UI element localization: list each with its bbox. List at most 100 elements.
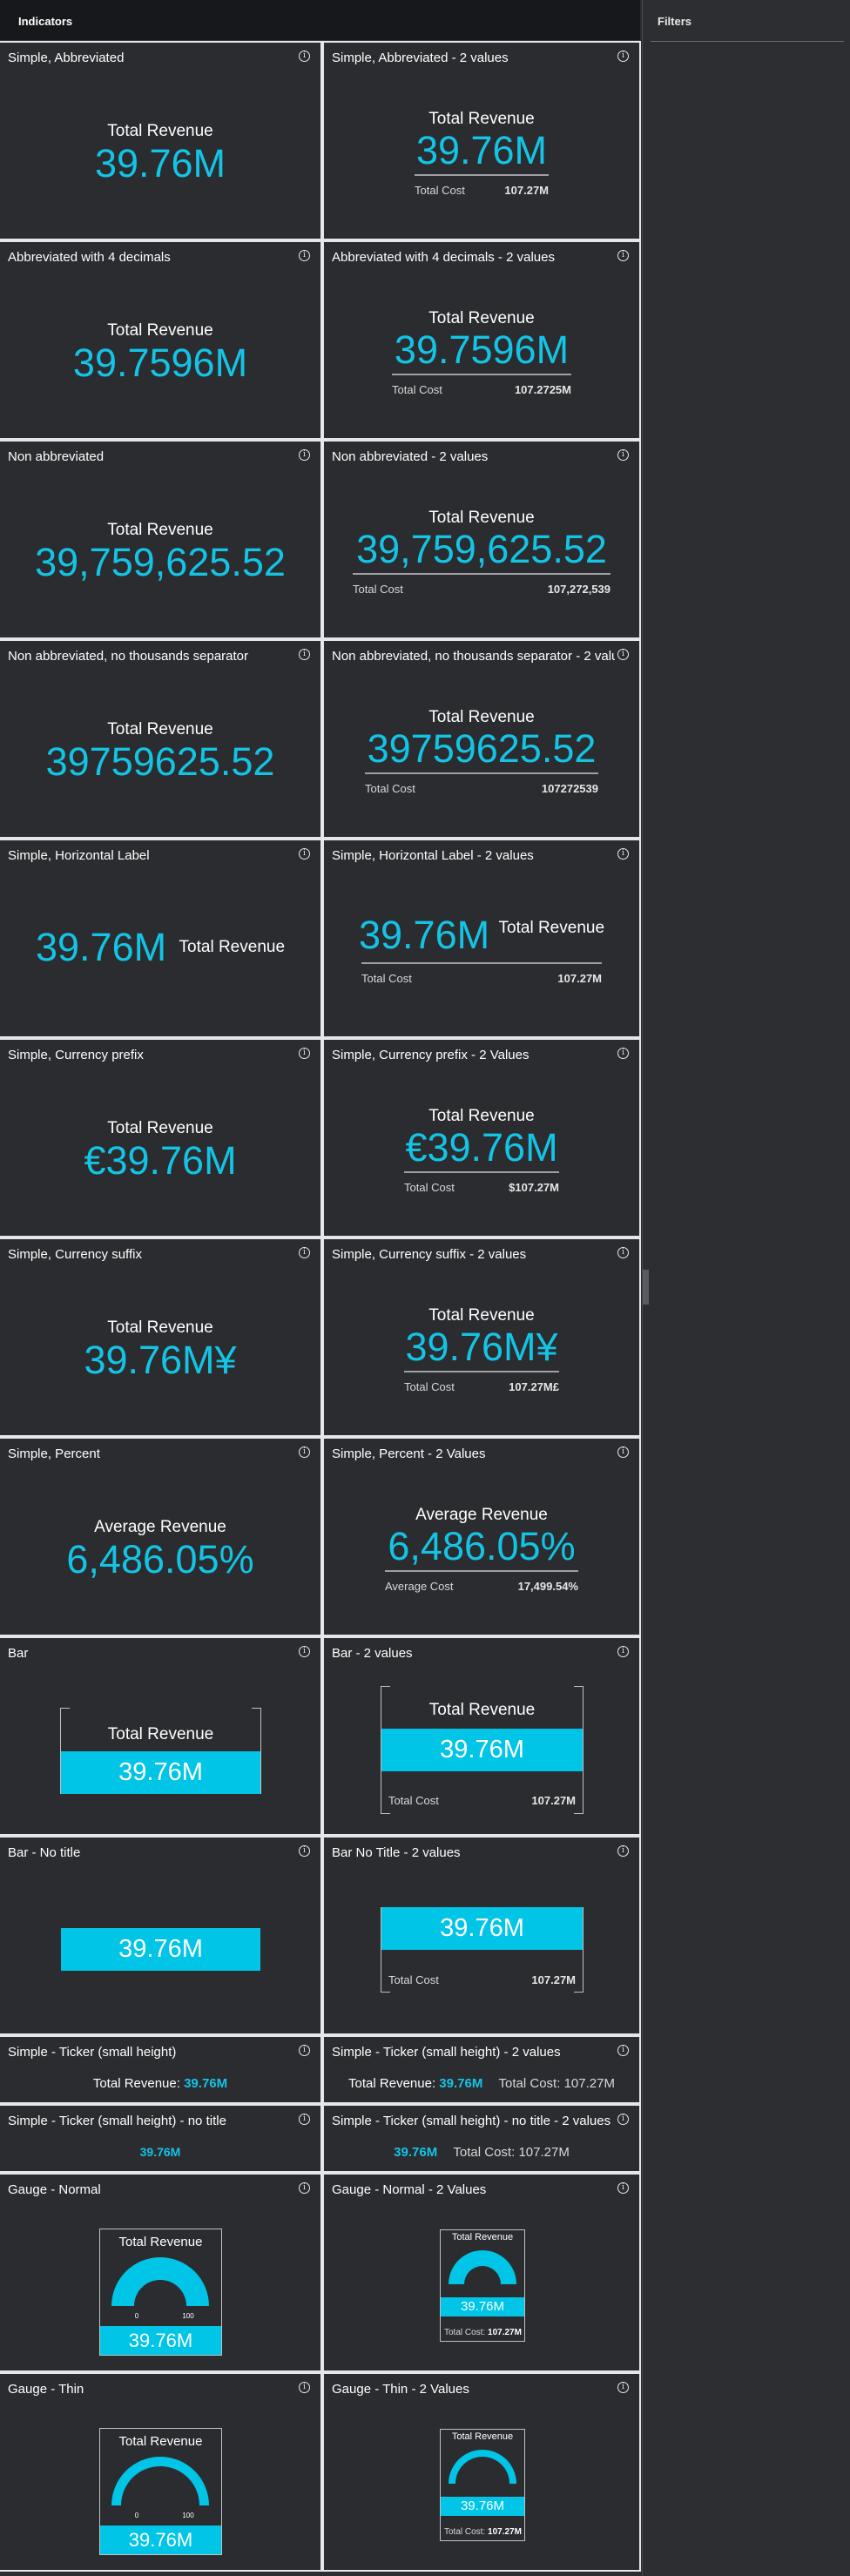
card-title: Bar [8,1646,29,1661]
card-title: Simple - Ticker (small height) - 2 value… [332,2045,561,2060]
info-icon[interactable]: i [617,1845,629,1857]
info-icon[interactable]: i [299,250,310,261]
card-title: Simple, Currency prefix - 2 Values [332,1048,530,1062]
indicator-label: Total Revenue [428,509,535,527]
card-title: Abbreviated with 4 decimals - 2 values [332,250,555,265]
bar-frame: 39.76M Total Cost 107.27M [381,1907,584,1993]
filters-panel: Filters [642,0,850,2576]
secondary-block: Total Cost: 107.27M [444,2527,522,2537]
indicator-card[interactable]: Simple - Ticker (small height) i Total R… [0,2037,320,2102]
indicator-card[interactable]: Bar - No title i 39.76M [0,1838,320,2033]
indicator-card[interactable]: Gauge - Thin i Total Revenue 0 100 39.76… [0,2374,320,2570]
ticker-value: 39.76M [394,2145,438,2160]
indicator-card[interactable]: Non abbreviated i Total Revenue 39,759,6… [0,442,320,637]
ticker: Total Revenue: 39.76M Total Cost: 107.27… [324,2076,639,2091]
info-icon[interactable]: i [617,649,629,660]
indicator-card[interactable]: Abbreviated with 4 decimals i Total Reve… [0,242,320,438]
info-icon[interactable]: i [617,1646,629,1657]
info-icon[interactable]: i [617,51,629,62]
indicator-card[interactable]: Simple, Horizontal Label i 39.76M Total … [0,840,320,1036]
indicator-card[interactable]: Simple - Ticker (small height) - no titl… [324,2106,639,2171]
info-icon[interactable]: i [299,649,310,660]
info-icon[interactable]: i [617,2114,629,2125]
info-icon[interactable]: i [299,1845,310,1857]
ticker: 39.76M Total Cost: 107.27M [324,2145,639,2160]
info-icon[interactable]: i [617,2045,629,2056]
indicator-card[interactable]: Gauge - Thin - 2 Values i Total Revenue … [324,2374,639,2570]
secondary-label: Average Cost [385,1580,454,1593]
indicator-card[interactable]: Simple, Currency suffix i Total Revenue … [0,1239,320,1435]
indicator-card[interactable]: Non abbreviated, no thousands separator … [0,641,320,837]
card-title: Simple - Ticker (small height) - no titl… [8,2114,226,2128]
card-title: Gauge - Normal - 2 Values [332,2182,487,2197]
info-icon[interactable]: i [617,1048,629,1059]
info-icon[interactable]: i [299,2045,310,2056]
info-icon[interactable]: i [617,449,629,461]
page-title: Indicators [18,15,73,28]
indicator-card[interactable]: Abbreviated with 4 decimals - 2 values i… [324,242,639,438]
info-icon[interactable]: i [299,449,310,461]
gauge-label: Total Revenue [451,2431,514,2442]
gauge-label: Total Revenue [118,2434,203,2449]
indicator-card[interactable]: Non abbreviated, no thousands separator … [324,641,639,837]
indicator-card[interactable]: Simple, Currency suffix - 2 values i Tot… [324,1239,639,1435]
indicator-card[interactable]: Bar - 2 values i Total Revenue 39.76M To… [324,1638,639,1834]
info-icon[interactable]: i [299,848,310,860]
info-icon[interactable]: i [299,2182,310,2194]
indicator-card[interactable]: Simple, Abbreviated - 2 values i Total R… [324,43,639,239]
indicator-card[interactable]: Simple, Percent - 2 Values i Average Rev… [324,1439,639,1635]
indicator-label: Total Revenue [107,321,213,340]
indicator-card[interactable]: Simple - Ticker (small height) - no titl… [0,2106,320,2171]
indicator-value: 39.7596M [72,341,248,385]
divider [361,962,602,964]
indicator-label: Total Revenue [107,521,213,539]
gauge-arc [111,2457,209,2505]
ticker-value: 39.76M [139,2145,181,2159]
indicator-card[interactable]: Gauge - Normal i Total Revenue 0 100 39.… [0,2175,320,2370]
divider [404,1171,559,1173]
indicator-card[interactable]: Simple, Percent i Average Revenue 6,486.… [0,1439,320,1635]
info-icon[interactable]: i [617,848,629,860]
indicator-value: 39.76M [358,913,490,957]
indicator-card[interactable]: Simple, Horizontal Label - 2 values i 39… [324,840,639,1036]
gauge-chart: 0 100 [111,2457,209,2519]
info-icon[interactable]: i [299,1646,310,1657]
indicator-card[interactable]: Gauge - Normal - 2 Values i Total Revenu… [324,2175,639,2370]
card-title: Simple, Currency prefix [8,1048,144,1062]
secondary-block: Total Cost 107272539 [365,772,598,795]
info-icon[interactable]: i [299,1446,310,1458]
indicator-card[interactable]: Simple, Abbreviated i Total Revenue 39.7… [0,43,320,239]
indicator-card[interactable]: Simple, Currency prefix - 2 Values i Tot… [324,1040,639,1236]
indicator-bar: 39.76M [381,1907,583,1950]
info-icon[interactable]: i [299,1247,310,1258]
indicator-value: 39.7596M [394,327,570,372]
info-icon[interactable]: i [299,1048,310,1059]
info-icon[interactable]: i [617,2182,629,2194]
indicator-card[interactable]: Bar No Title - 2 values i 39.76M Total C… [324,1838,639,2033]
info-icon[interactable]: i [299,51,310,62]
gauge-chart: 0 100 [111,2257,209,2320]
gauge-value: 39.76M [441,2297,524,2316]
secondary-value: 17,499.54% [517,1580,578,1593]
card-title: Non abbreviated, no thousands separator … [332,649,615,664]
card-title: Simple - Ticker (small height) [8,2045,177,2060]
indicator-label: Total Revenue [428,708,535,726]
divider [365,772,598,774]
info-icon[interactable]: i [299,2114,310,2125]
info-icon[interactable]: i [617,1247,629,1258]
indicator-card[interactable]: Non abbreviated - 2 values i Total Reven… [324,442,639,637]
bar-frame: Total Revenue 39.76M [60,1708,261,1794]
secondary-block: Total Cost 107.27M [415,174,549,197]
secondary-value: 107.27M [504,184,549,197]
indicator-card[interactable]: Simple - Ticker (small height) - 2 value… [324,2037,639,2102]
scrollbar-thumb[interactable] [643,1270,649,1305]
info-icon[interactable]: i [617,250,629,261]
info-icon[interactable]: i [617,2382,629,2393]
indicator-card[interactable]: Bar i Total Revenue 39.76M [0,1638,320,1834]
info-icon[interactable]: i [617,1446,629,1458]
info-icon[interactable]: i [299,2382,310,2393]
indicator-label: Total Revenue [179,937,286,956]
indicator-card[interactable]: Simple, Currency prefix i Total Revenue … [0,1040,320,1236]
secondary-label: Total Cost [365,782,415,795]
gauge-frame: Total Revenue 39.76M Total Cost: 107.27M [440,2229,525,2342]
